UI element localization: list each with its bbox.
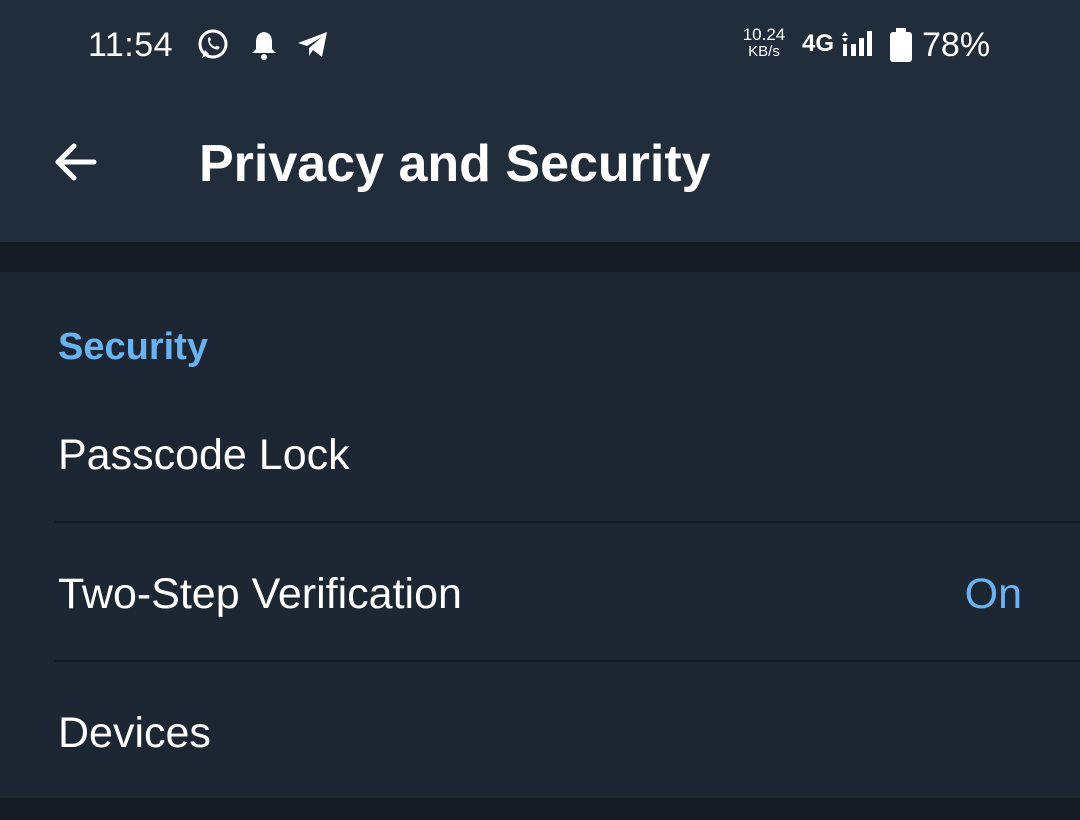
telegram-icon [296,28,330,62]
section-divider [0,242,1080,272]
security-section: Security Passcode Lock Two-Step Verifica… [0,272,1080,798]
net-speed: 10.24 KB/s [738,26,790,60]
page-title: Privacy and Security [199,135,711,193]
app-bar: Privacy and Security [0,90,1080,242]
devices-row[interactable]: Devices [0,662,1080,801]
battery-percent: 78% [922,26,991,64]
bell-icon [248,28,282,62]
row-value: On [964,570,1022,618]
status-bar: 11:54 10.24 KB/s 4G 78% [0,0,1080,90]
battery-icon [888,28,914,62]
two-step-verification-row[interactable]: Two-Step Verification On [0,523,1080,662]
section-divider-bottom [0,798,1080,820]
passcode-lock-row[interactable]: Passcode Lock [0,384,1080,523]
status-time: 11:54 [88,26,174,64]
back-button[interactable] [40,128,112,200]
net-speed-unit: KB/s [748,43,780,60]
arrow-left-icon [52,138,100,191]
whatsapp-icon [196,28,230,62]
section-header: Security [58,326,208,368]
network-type: 4G [802,30,835,57]
row-label: Devices [58,709,211,757]
row-label: Two-Step Verification [58,570,462,618]
row-label: Passcode Lock [58,431,350,479]
net-speed-value: 10.24 [742,25,786,44]
signal-icon [840,28,876,62]
